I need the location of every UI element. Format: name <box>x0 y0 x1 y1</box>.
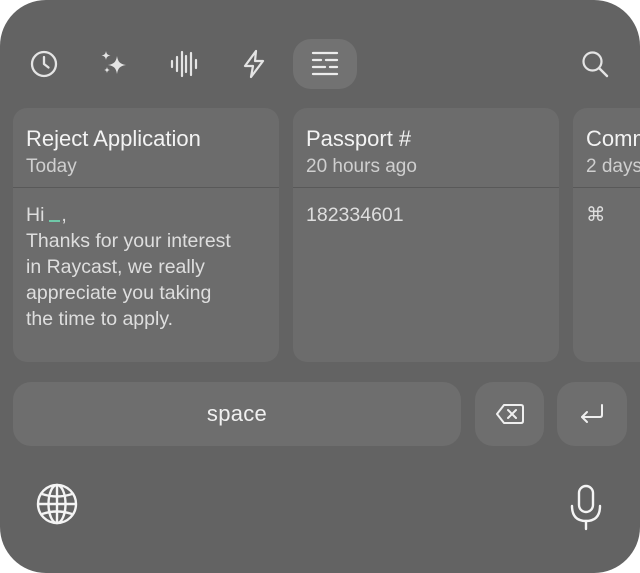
snippet-card[interactable]: Reject Application Today Hi, Thanks for … <box>13 108 279 362</box>
snippets-button[interactable] <box>293 39 357 89</box>
microphone-icon <box>570 484 602 531</box>
waveform-icon <box>170 50 198 78</box>
search-icon <box>582 51 609 78</box>
return-icon <box>581 404 603 423</box>
card-body: 182334601 <box>293 188 559 228</box>
card-line: Hi, <box>26 202 266 228</box>
card-body: Hi, Thanks for your interest in Raycast,… <box>13 188 279 332</box>
snippet-card[interactable]: Comm 2 days ⌘ <box>573 108 640 362</box>
card-body: ⌘ <box>573 188 640 228</box>
delete-key[interactable] <box>475 382 544 446</box>
card-title: Comm <box>586 126 640 151</box>
keyboard-panel: Reject Application Today Hi, Thanks for … <box>0 0 640 573</box>
lightning-icon <box>243 49 265 79</box>
sparkles-icon <box>101 51 126 74</box>
card-line: appreciate you taking <box>26 282 212 304</box>
card-header: Reject Application Today <box>13 108 279 188</box>
space-key[interactable]: space <box>13 382 461 446</box>
microphone-button[interactable] <box>564 483 608 533</box>
card-header: Comm 2 days <box>573 108 640 188</box>
card-line: Thanks for your interest <box>26 230 231 252</box>
space-key-label: space <box>206 401 268 426</box>
card-title: Reject Application <box>26 126 201 151</box>
ai-button[interactable] <box>82 39 146 89</box>
clock-icon <box>30 50 58 78</box>
search-button[interactable] <box>563 39 627 89</box>
card-header: Passport # 20 hours ago <box>293 108 559 188</box>
card-subtitle: Today <box>26 156 77 177</box>
card-line: ⌘ <box>586 204 606 226</box>
globe-icon <box>36 483 78 525</box>
greeting-text: Hi <box>26 204 45 226</box>
card-line: 182334601 <box>306 204 404 226</box>
placeholder-cursor <box>49 220 61 222</box>
card-line: the time to apply. <box>26 308 174 330</box>
globe-button[interactable] <box>33 481 81 527</box>
card-subtitle: 20 hours ago <box>306 156 417 177</box>
card-title: Passport # <box>306 126 412 151</box>
snippets-icon <box>311 51 339 76</box>
quick-actions-button[interactable] <box>222 39 286 89</box>
card-subtitle: 2 days <box>586 156 640 177</box>
clipboard-history-button[interactable] <box>12 39 76 89</box>
card-line: in Raycast, we really <box>26 256 205 278</box>
delete-backward-icon <box>495 404 524 424</box>
greeting-suffix: , <box>61 204 67 226</box>
snippet-card[interactable]: Passport # 20 hours ago 182334601 <box>293 108 559 362</box>
dictation-button[interactable] <box>152 39 216 89</box>
return-key[interactable] <box>557 382 627 446</box>
